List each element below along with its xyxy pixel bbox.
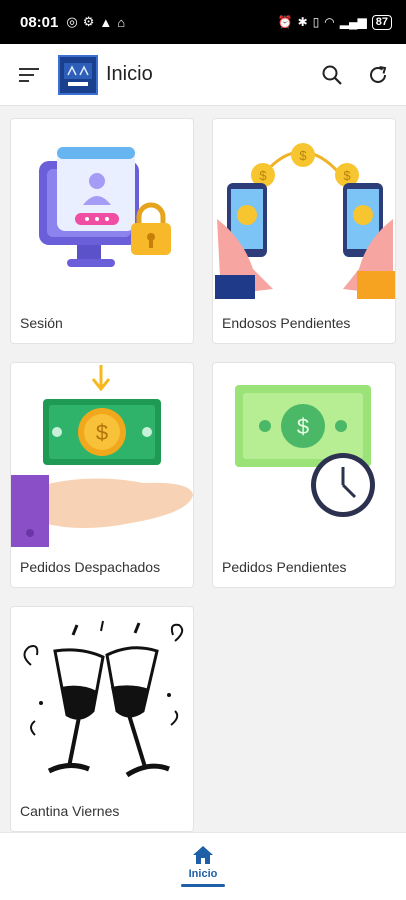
- card-label: Endosos Pendientes: [222, 315, 351, 331]
- nav-item-label: Inicio: [188, 868, 218, 880]
- login-lock-icon: [39, 147, 171, 267]
- signal-icon: ▂▄▆: [339, 15, 367, 29]
- status-bar: 08:01 ◎ ⚙ ▲ ⌂ ⏰ ✱ ▯ ◠ ▂▄▆ 87: [0, 0, 406, 44]
- whatsapp-icon: ◎: [66, 14, 78, 29]
- system-icons: ⏰ ✱ ▯ ◠ ▂▄▆ 87: [277, 14, 392, 30]
- card-pedidos-pendientes[interactable]: $ Pedidos Pendientes: [212, 362, 396, 588]
- svg-text:$: $: [96, 420, 108, 445]
- cash-clock-icon: $: [235, 385, 375, 517]
- svg-text:$: $: [297, 414, 309, 439]
- svg-text:$: $: [299, 148, 307, 163]
- logo-emblem-icon: [64, 62, 92, 86]
- bluetooth-icon: ✱: [297, 15, 308, 29]
- refresh-button[interactable]: [364, 61, 392, 89]
- card-pedidos-despachados[interactable]: $ Pedidos Despachados: [10, 362, 194, 588]
- card-label: Pedidos Despachados: [20, 559, 161, 575]
- card-cantina-viernes[interactable]: Cantina Viernes: [10, 606, 194, 832]
- bottom-navigation: Inicio: [0, 832, 406, 900]
- wifi-icon: ◠: [324, 15, 335, 29]
- menu-button[interactable]: [16, 61, 44, 89]
- person-icon: ▲: [99, 14, 113, 30]
- refresh-icon: [370, 65, 387, 83]
- card-label: Pedidos Pendientes: [222, 559, 347, 575]
- svg-text:$: $: [343, 168, 351, 183]
- search-icon: [322, 65, 342, 85]
- alarm-icon: ⏰: [277, 15, 293, 29]
- card-label: Cantina Viernes: [20, 803, 120, 819]
- settings-icon: ⚙: [82, 14, 95, 29]
- vibrate-icon: ▯: [312, 15, 320, 29]
- status-time: 08:01: [20, 13, 59, 31]
- home-icon: [193, 846, 213, 864]
- bag-icon: ⌂: [117, 14, 126, 30]
- menu-icon: [19, 67, 39, 82]
- notification-icons: ◎ ⚙ ▲ ⌂: [66, 14, 125, 30]
- search-button[interactable]: [318, 61, 346, 89]
- card-label: Sesión: [20, 315, 63, 331]
- page-title: Inicio: [106, 63, 153, 85]
- card-endosos-pendientes[interactable]: $ $ $ Endosos Pendientes: [212, 118, 396, 344]
- nav-item-inicio[interactable]: Inicio: [170, 845, 236, 895]
- money-transfer-icon: $ $ $: [215, 143, 395, 299]
- champagne-toast-icon: [23, 620, 184, 778]
- svg-text:$: $: [259, 168, 267, 183]
- battery-indicator: 87: [371, 14, 392, 30]
- app-bar: Inicio: [0, 44, 406, 106]
- cash-hand-icon: $: [11, 365, 193, 547]
- active-indicator: [181, 884, 225, 887]
- app-logo: [58, 54, 98, 95]
- card-sesion[interactable]: Sesión: [10, 118, 194, 344]
